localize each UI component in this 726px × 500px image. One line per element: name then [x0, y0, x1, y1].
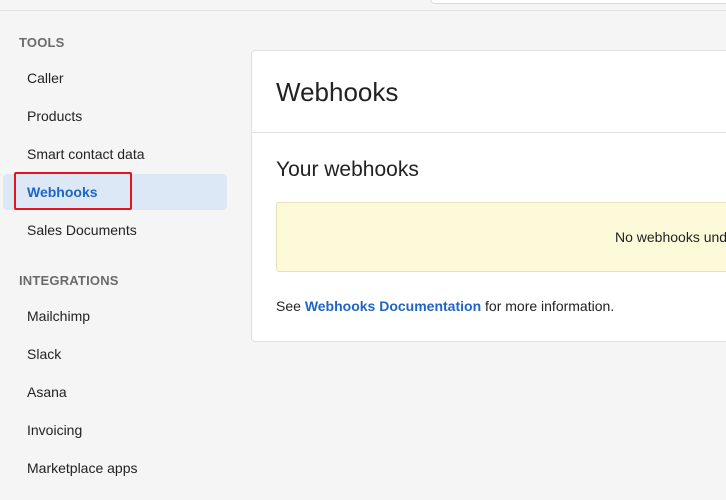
- sidebar-item-label: Marketplace apps: [27, 460, 138, 476]
- search-input[interactable]: [430, 0, 726, 4]
- sidebar-item-label: Mailchimp: [27, 308, 91, 324]
- card-header: Webhooks: [252, 51, 726, 133]
- page-title: Webhooks: [276, 77, 399, 107]
- info-line: See Webhooks Documentation for more info…: [276, 298, 614, 314]
- sidebar-item-label: Asana: [27, 384, 67, 400]
- sidebar-item-label: Invoicing: [27, 422, 83, 438]
- sidebar-item-products[interactable]: Products: [3, 98, 227, 134]
- top-bar: [0, 0, 726, 11]
- sidebar-item-mailchimp[interactable]: Mailchimp: [3, 298, 227, 334]
- sidebar-item-webhooks[interactable]: Webhooks: [3, 172, 227, 210]
- info-suffix: for more information.: [481, 298, 615, 314]
- sidebar-item-smart-contact-data[interactable]: Smart contact data: [3, 136, 227, 172]
- section-title-tools: TOOLS: [19, 35, 65, 50]
- section-heading: Your webhooks: [276, 158, 419, 181]
- sidebar-item-label: Smart contact data: [27, 146, 145, 162]
- sidebar-item-label: Products: [27, 108, 83, 124]
- sidebar-item-marketplace-apps[interactable]: Marketplace apps: [3, 450, 227, 486]
- webhooks-documentation-link[interactable]: Webhooks Documentation: [305, 298, 481, 314]
- sidebar-item-sales-documents[interactable]: Sales Documents: [3, 212, 227, 248]
- empty-state-text: No webhooks und: [615, 229, 726, 245]
- sidebar-item-label: Webhooks: [27, 184, 98, 200]
- section-title-integrations: INTEGRATIONS: [19, 273, 119, 288]
- sidebar-item-label: Caller: [27, 70, 64, 86]
- sidebar-item-slack[interactable]: Slack: [3, 336, 227, 372]
- sidebar-item-invoicing[interactable]: Invoicing: [3, 412, 227, 448]
- sidebar-item-asana[interactable]: Asana: [3, 374, 227, 410]
- sidebar-item-label: Sales Documents: [27, 222, 137, 238]
- info-prefix: See: [276, 298, 305, 314]
- sidebar-item-caller[interactable]: Caller: [3, 60, 227, 96]
- sidebar: TOOLS Caller Products Smart contact data…: [0, 11, 236, 500]
- webhooks-card: Webhooks Your webhooks No webhooks und S…: [251, 50, 726, 342]
- empty-state-notice: No webhooks und: [276, 202, 726, 272]
- sidebar-item-label: Slack: [27, 346, 62, 362]
